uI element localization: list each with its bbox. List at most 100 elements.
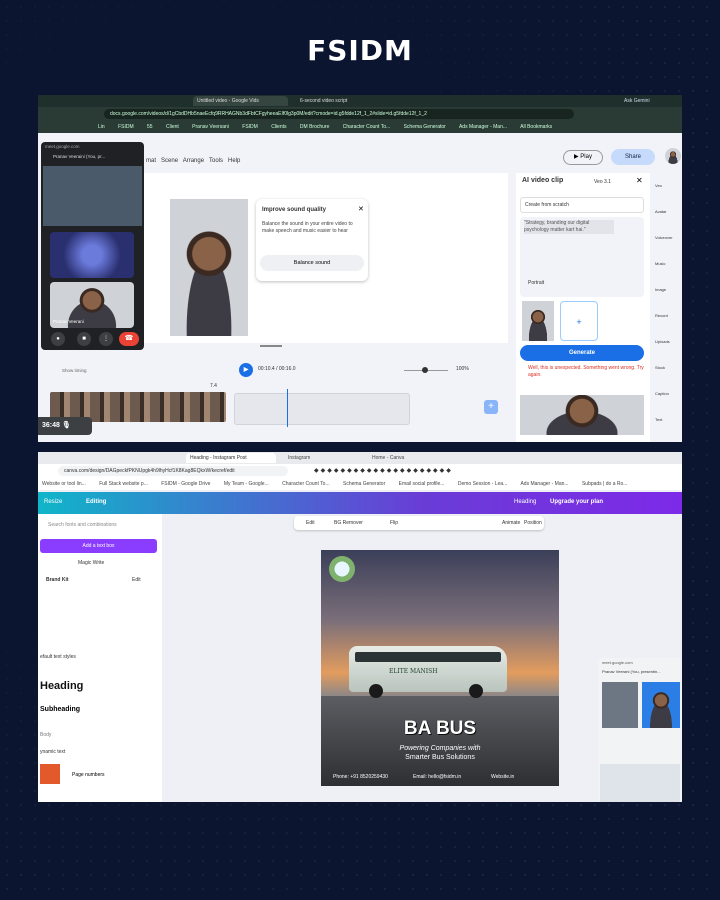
sidebar-item-text[interactable]: Text [655, 417, 662, 422]
generate-button[interactable]: Generate [520, 345, 644, 361]
mic-icon[interactable]: ● [51, 332, 65, 346]
more-icon[interactable]: ⋮ [99, 332, 113, 346]
menu-help[interactable]: Help [228, 158, 240, 164]
share-button[interactable]: Share [611, 149, 655, 165]
bookmarks-bar: Lin FSIDM 55 Client Pranav Veersani FSID… [38, 121, 682, 133]
page-numbers-option[interactable]: Page numbers [72, 772, 105, 778]
design-subtitle-2[interactable]: Smarter Bus Solutions [321, 754, 559, 761]
page-numbers-thumb[interactable] [40, 764, 60, 784]
menu-arrange[interactable]: Arrange [183, 158, 204, 164]
bookmarks-bar: Website or tool lin... Full Stack websit… [38, 478, 682, 490]
play-icon[interactable]: ▶ [239, 363, 253, 377]
url-field[interactable]: docs.google.com/videos/d/1gCbdDHb5naeEcf… [104, 109, 574, 119]
bookmark[interactable]: Character Count To... [343, 124, 390, 130]
flip-button[interactable]: Flip [390, 520, 398, 526]
animate-button[interactable]: Animate [502, 520, 520, 526]
reference-image[interactable] [522, 301, 554, 341]
sidebar-item-avatar[interactable]: Avatar [655, 209, 667, 214]
url-field[interactable]: canva.com/design/DAGpeckfPKNUpgk4h9lhyHc… [58, 466, 288, 476]
bookmark[interactable]: Pranav Veersani [192, 124, 229, 130]
design-title[interactable]: BA BUS [321, 718, 559, 740]
bookmark[interactable]: Website or tool lin... [42, 481, 86, 487]
add-scene-button[interactable]: + [484, 400, 498, 414]
magic-write-button[interactable]: Magic Write [78, 560, 104, 566]
orientation-select[interactable]: Portrait [528, 280, 544, 286]
sidebar-item-voiceover[interactable]: Voiceover [655, 235, 673, 240]
drag-handle[interactable] [260, 345, 282, 347]
design-subtitle[interactable]: Powering Companies with [321, 745, 559, 752]
bg-remover-button[interactable]: BG Remover [334, 520, 363, 526]
bookmark[interactable]: Clients [271, 124, 286, 130]
heading-style[interactable]: Heading [40, 680, 83, 692]
play-button[interactable]: ▶ Play [563, 150, 603, 165]
bookmark[interactable]: FSIDM [242, 124, 258, 130]
menu-format[interactable]: mat [146, 158, 156, 164]
bookmark[interactable]: My Team - Google... [224, 481, 269, 487]
tab-video-script[interactable]: 6-second video script [300, 96, 390, 106]
upgrade-button[interactable]: Upgrade your plan [550, 499, 603, 505]
add-text-box-button[interactable]: Add a text box [40, 539, 157, 553]
brand-kit-label: Brand Kit [46, 577, 69, 583]
edit-image-button[interactable]: Edit [306, 520, 315, 526]
bookmark[interactable]: Full Stack website p... [99, 481, 148, 487]
design-name[interactable]: Heading [514, 499, 536, 505]
sidebar-item-veo[interactable]: Veo [655, 183, 662, 188]
tab-vids[interactable]: Untitled video - Google Vids [193, 96, 288, 106]
bookmark[interactable]: Schema Generator [343, 481, 385, 487]
playhead[interactable] [287, 389, 288, 427]
sidebar-item-caption[interactable]: Caption [655, 391, 669, 396]
tab-heading[interactable]: Heading - Instagram Post [186, 453, 276, 463]
wheel [369, 684, 383, 698]
bookmark[interactable]: Schema Generator [404, 124, 446, 130]
bookmark[interactable]: All Bookmarks [520, 124, 552, 130]
selected-clip[interactable] [234, 393, 410, 425]
menu-tools[interactable]: Tools [209, 158, 223, 164]
subheading-style[interactable]: Subheading [40, 706, 80, 713]
bookmark[interactable]: Client [166, 124, 179, 130]
zoom-slider-thumb[interactable] [422, 367, 428, 373]
sidebar-item-music[interactable]: Music [655, 261, 665, 266]
body-style[interactable]: Body [40, 732, 51, 738]
zoom-level[interactable]: 100% [456, 366, 469, 372]
sidebar-item-record[interactable]: Record [655, 313, 668, 318]
tab-canva-home[interactable]: Home - Canva [372, 453, 404, 463]
editing-mode[interactable]: Editing [86, 499, 106, 505]
bookmark[interactable]: Demo Session - Lea... [458, 481, 507, 487]
menu-scene[interactable]: Scene [161, 158, 178, 164]
mode-dropdown[interactable]: Create from scratch [520, 197, 644, 213]
sidebar-item-uploads[interactable]: Uploads [655, 339, 670, 344]
presenter-video[interactable] [170, 199, 248, 336]
ask-gemini[interactable]: Ask Gemini [624, 96, 650, 106]
bookmark[interactable]: Ads Manager - Man... [459, 124, 507, 130]
font-search-input[interactable]: Search fonts and combinations [48, 522, 117, 528]
sidebar-item-image[interactable]: Image [655, 287, 666, 292]
resize-button[interactable]: Resize [44, 499, 62, 505]
balance-sound-button[interactable]: Balance sound [260, 255, 364, 271]
camera-icon[interactable]: ■ [77, 332, 91, 346]
design-logo[interactable] [329, 556, 355, 582]
tab-instagram[interactable]: Instagram [288, 453, 310, 463]
show-timing-toggle[interactable]: Show timing [62, 368, 87, 373]
design-website[interactable]: Website.in [491, 774, 514, 780]
design-phone[interactable]: Phone: +91 8520259430 [333, 774, 388, 780]
bookmark[interactable]: DM Brochure [300, 124, 329, 130]
close-icon[interactable]: ✕ [358, 205, 364, 213]
add-image-button[interactable]: + [560, 301, 598, 341]
model-select[interactable]: Veo 3.1 [594, 179, 611, 185]
design-canvas[interactable]: ELITE MANISH BA BUS Powering Companies w… [321, 550, 559, 786]
bookmark[interactable]: Character Count To... [282, 481, 329, 487]
bookmark[interactable]: Lin [98, 124, 105, 130]
bookmark[interactable]: FSIDM - Google Drive [161, 481, 210, 487]
bookmark[interactable]: 55 [147, 124, 153, 130]
design-email[interactable]: Email: hello@fsidm.in [413, 774, 461, 780]
bookmark[interactable]: Subpads | do a Ro... [582, 481, 628, 487]
sidebar-item-stock[interactable]: Stock [655, 365, 665, 370]
end-call-button[interactable]: ☎ [119, 332, 139, 346]
avatar[interactable] [665, 148, 681, 164]
bookmark[interactable]: Ads Manager - Man... [520, 481, 568, 487]
position-button[interactable]: Position [524, 520, 542, 526]
bookmark[interactable]: Email social profile... [399, 481, 445, 487]
brand-kit-edit[interactable]: Edit [132, 577, 141, 583]
bookmark[interactable]: FSIDM [118, 124, 134, 130]
close-icon[interactable]: ✕ [636, 176, 643, 185]
